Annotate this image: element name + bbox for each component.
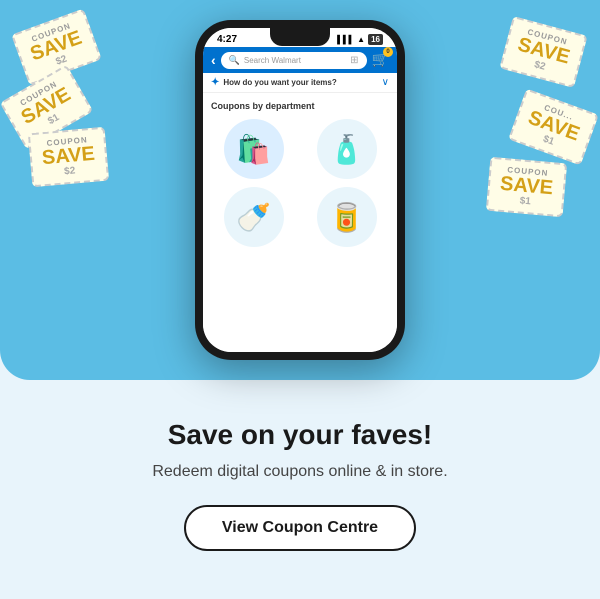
app-bar: ‹ 🔍 Search Walmart ⊞ 🛒 0 (203, 47, 397, 73)
spark-icon: ✦ (211, 77, 219, 88)
search-placeholder-text: Search Walmart (244, 56, 301, 65)
chevron-down-icon: ∨ (382, 77, 389, 88)
cleaning-icon: 🧴 (329, 133, 364, 166)
dept-item-food[interactable]: 🥫 (317, 187, 377, 247)
view-coupon-centre-button[interactable]: View Coupon Centre (184, 505, 416, 551)
coupons-section: Coupons by department 🛍️ 🧴 🍼 🥫 (203, 93, 397, 352)
grocery-icon: 🛍️ (236, 133, 271, 166)
barcode-icon: ⊞ (350, 55, 358, 66)
food-icon: 🥫 (329, 201, 364, 234)
coupon-amount-6: $1 (519, 195, 531, 207)
status-time: 4:27 (217, 34, 237, 45)
coupon-float-3: COUPON SAVE $2 (28, 127, 109, 188)
delivery-text: ✦ How do you want your items? (211, 77, 337, 88)
coupon-float-4: COUPON SAVE $2 (499, 16, 587, 88)
coupon-amount-5: $1 (541, 134, 555, 148)
cart-badge: 0 (383, 47, 393, 57)
search-box[interactable]: 🔍 Search Walmart ⊞ (221, 52, 367, 69)
cart-icon-wrapper[interactable]: 🛒 0 (372, 51, 389, 69)
coupon-float-6: COUPON SAVE $1 (486, 157, 567, 218)
dept-item-grocery[interactable]: 🛍️ (224, 119, 284, 179)
coupon-amount-4: $2 (533, 59, 547, 73)
delivery-bar[interactable]: ✦ How do you want your items? ∨ (203, 73, 397, 93)
coupon-save-6: SAVE (499, 174, 554, 199)
delivery-question-text: How do you want your items? (223, 78, 336, 87)
dept-grid: 🛍️ 🧴 🍼 🥫 (211, 119, 389, 247)
signal-icon: ▌▌▌ (337, 35, 354, 44)
search-icon: 🔍 (229, 55, 240, 66)
phone-notch (270, 28, 330, 46)
back-arrow-icon[interactable]: ‹ (211, 52, 216, 68)
dept-item-baby[interactable]: 🍼 (224, 187, 284, 247)
hero-section: COUPON SAVE $2 COUPON SAVE $1 COUPON SAV… (0, 0, 600, 380)
dept-item-cleaning[interactable]: 🧴 (317, 119, 377, 179)
battery-icon: 16 (368, 34, 383, 45)
bottom-section: Save on your faves! Redeem digital coupo… (122, 380, 477, 599)
coupon-float-5: COU... SAVE $1 (508, 88, 599, 165)
sub-text: Redeem digital coupons online & in store… (152, 461, 447, 483)
page-container: COUPON SAVE $2 COUPON SAVE $1 COUPON SAV… (0, 0, 600, 599)
dept-title: Coupons by department (211, 101, 389, 111)
phone-mockup: 4:27 ▌▌▌ ▲ 16 ‹ 🔍 Search Walmart ⊞ (195, 20, 405, 360)
baby-icon: 🍼 (236, 201, 271, 234)
coupon-amount-3: $2 (64, 165, 76, 177)
wifi-icon: ▲ (357, 35, 365, 44)
coupon-save-3: SAVE (41, 144, 96, 169)
main-headline: Save on your faves! (168, 418, 433, 452)
phone-screen: 4:27 ▌▌▌ ▲ 16 ‹ 🔍 Search Walmart ⊞ (203, 28, 397, 352)
status-icons: ▌▌▌ ▲ 16 (337, 34, 383, 45)
